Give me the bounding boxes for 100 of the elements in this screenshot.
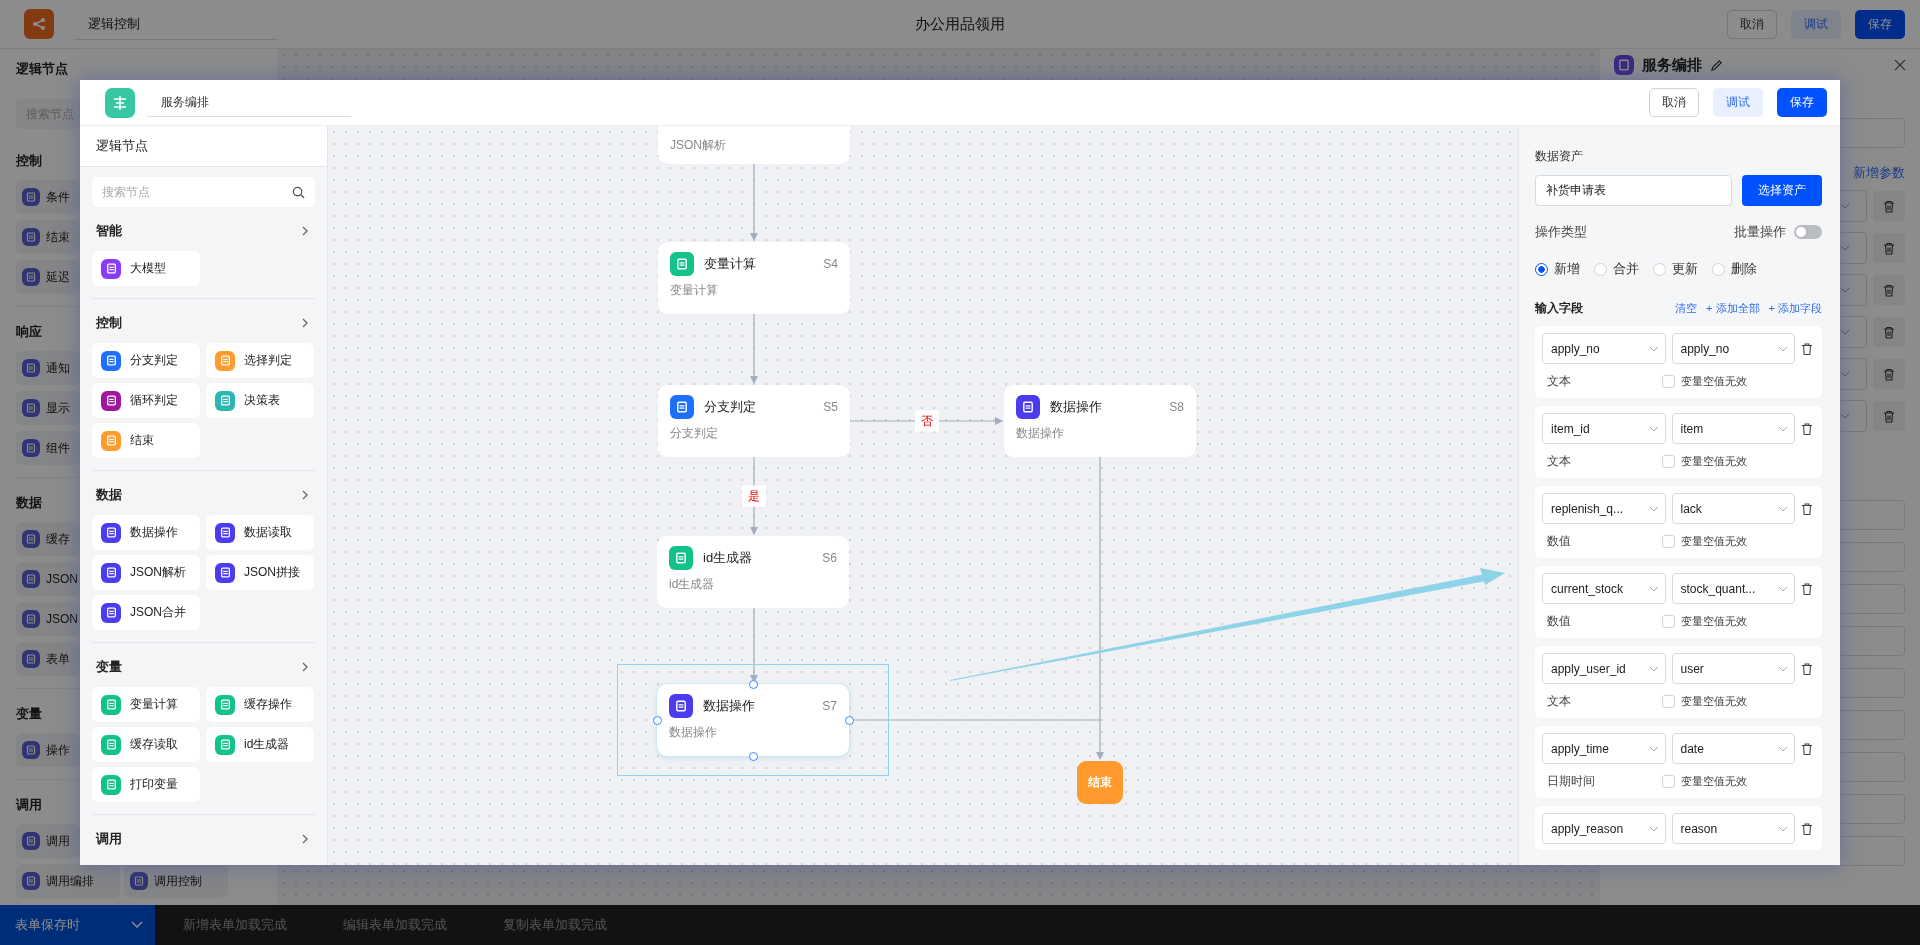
input-field[interactable] bbox=[1838, 118, 1905, 148]
node-item[interactable]: 分支判定 bbox=[92, 343, 200, 378]
select-asset-button[interactable]: 选择资产 bbox=[1742, 175, 1822, 206]
node-item[interactable]: 调用编排 bbox=[16, 864, 120, 898]
delete-icon[interactable] bbox=[1801, 821, 1813, 836]
delete-button[interactable] bbox=[1873, 191, 1905, 221]
chevron-right-icon[interactable] bbox=[302, 226, 309, 236]
node-item[interactable]: 条件 bbox=[16, 180, 80, 214]
checkbox[interactable] bbox=[1662, 774, 1675, 788]
source-select[interactable]: item_id bbox=[1542, 413, 1666, 444]
node-item[interactable]: 延迟 bbox=[16, 260, 80, 294]
target-select[interactable]: user bbox=[1671, 653, 1795, 684]
node-item[interactable]: 结束 bbox=[92, 423, 200, 458]
node-item[interactable]: 调用 bbox=[16, 824, 80, 858]
close-icon[interactable] bbox=[1894, 59, 1906, 71]
radio-button[interactable] bbox=[1535, 262, 1548, 276]
delete-button[interactable] bbox=[1873, 275, 1905, 305]
input-field[interactable] bbox=[1838, 752, 1905, 782]
flow-node[interactable]: 分支判定 S5 分支判定 bbox=[658, 385, 850, 457]
dialog-button[interactable]: 调试 bbox=[1713, 88, 1763, 117]
node-item[interactable]: JSON合并 bbox=[92, 595, 200, 630]
delete-icon[interactable] bbox=[1801, 341, 1813, 356]
source-select[interactable]: apply_time bbox=[1542, 733, 1666, 764]
checkbox[interactable] bbox=[1662, 614, 1675, 628]
node-item[interactable]: 打印变量 bbox=[92, 767, 200, 802]
source-select[interactable]: replenish_q... bbox=[1542, 493, 1666, 524]
delete-button[interactable] bbox=[1873, 359, 1905, 389]
dialog-button[interactable]: 取消 bbox=[1649, 88, 1699, 117]
connection-handle[interactable] bbox=[845, 716, 854, 725]
null-invalid-option[interactable]: 变量空值无效 bbox=[1662, 693, 1747, 709]
target-select[interactable]: date bbox=[1671, 733, 1795, 764]
node-item[interactable]: 循环判定 bbox=[92, 383, 200, 418]
input-field[interactable] bbox=[1838, 710, 1905, 740]
field-action-link[interactable]: + 添加字段 bbox=[1768, 300, 1822, 316]
null-invalid-option[interactable]: 变量空值无效 bbox=[1662, 373, 1747, 389]
asset-field[interactable]: 补货申请表 bbox=[1535, 175, 1732, 206]
node-item[interactable]: 决策表 bbox=[206, 383, 314, 418]
delete-icon[interactable] bbox=[1801, 741, 1813, 756]
field-action-link[interactable]: 清空 bbox=[1675, 300, 1698, 316]
node-item[interactable]: 通知 bbox=[16, 351, 80, 385]
node-item[interactable]: id生成器 bbox=[206, 727, 314, 762]
target-select[interactable]: apply_no bbox=[1671, 333, 1795, 364]
delete-icon[interactable] bbox=[1801, 581, 1813, 596]
checkbox[interactable] bbox=[1662, 694, 1675, 708]
checkbox[interactable] bbox=[1662, 534, 1675, 548]
node-item[interactable]: 组件 bbox=[16, 431, 80, 465]
null-invalid-option[interactable]: 变量空值无效 bbox=[1662, 453, 1747, 469]
target-select[interactable]: lack bbox=[1671, 493, 1795, 524]
input-field[interactable] bbox=[1838, 668, 1905, 698]
chevron-right-icon[interactable] bbox=[302, 662, 309, 672]
source-select[interactable]: apply_user_id bbox=[1542, 653, 1666, 684]
node-item[interactable]: 调用控制 bbox=[124, 864, 228, 898]
event-tab[interactable]: 表单保存时 bbox=[0, 905, 155, 945]
radio-option[interactable]: 更新 bbox=[1653, 260, 1698, 278]
node-item[interactable]: 表单 bbox=[16, 642, 80, 676]
target-select[interactable]: item bbox=[1671, 413, 1795, 444]
edit-icon[interactable] bbox=[1710, 58, 1723, 72]
flow-node[interactable]: id生成器 S6 id生成器 bbox=[657, 536, 849, 608]
connection-handle[interactable] bbox=[653, 716, 662, 725]
delete-button[interactable] bbox=[1873, 401, 1905, 431]
flow-node[interactable]: 数据操作 S8 数据操作 bbox=[1004, 385, 1196, 457]
node-item[interactable]: JSON bbox=[16, 602, 80, 636]
chevron-right-icon[interactable] bbox=[302, 318, 309, 328]
title-field[interactable]: 逻辑控制 bbox=[74, 8, 278, 40]
node-item[interactable]: 缓存 bbox=[16, 522, 80, 556]
connection-handle[interactable] bbox=[749, 680, 758, 689]
toolbar-button[interactable]: 保存 bbox=[1855, 9, 1905, 39]
delete-icon[interactable] bbox=[1801, 421, 1813, 436]
delete-icon[interactable] bbox=[1801, 501, 1813, 516]
source-select[interactable]: current_stock bbox=[1542, 573, 1666, 604]
checkbox[interactable] bbox=[1662, 374, 1675, 388]
flow-node[interactable]: JSON解析 bbox=[658, 126, 850, 164]
title-field[interactable]: 服务编排 bbox=[147, 88, 351, 117]
node-item[interactable]: 数据操作 bbox=[92, 515, 200, 550]
node-item[interactable]: 结束 bbox=[16, 220, 80, 254]
node-item[interactable]: JSON解析 bbox=[92, 555, 200, 590]
radio-option[interactable]: 新增 bbox=[1535, 260, 1580, 278]
input-field[interactable] bbox=[1838, 584, 1905, 614]
node-item[interactable]: JSON拼接 bbox=[206, 555, 314, 590]
node-item[interactable]: 显示 bbox=[16, 391, 80, 425]
radio-option[interactable]: 合并 bbox=[1594, 260, 1639, 278]
delete-button[interactable] bbox=[1873, 317, 1905, 347]
node-item[interactable]: 变量计算 bbox=[92, 687, 200, 722]
toolbar-button[interactable]: 取消 bbox=[1727, 9, 1777, 39]
input-field[interactable] bbox=[1838, 500, 1905, 530]
source-select[interactable]: apply_no bbox=[1542, 333, 1666, 364]
node-item[interactable]: 选择判定 bbox=[206, 343, 314, 378]
node-item[interactable]: 操作 bbox=[16, 733, 80, 767]
node-item[interactable]: 大模型 bbox=[92, 251, 200, 286]
chevron-right-icon[interactable] bbox=[302, 834, 309, 844]
source-select[interactable]: apply_reason bbox=[1542, 813, 1666, 844]
connection-handle[interactable] bbox=[749, 752, 758, 761]
target-select[interactable]: reason bbox=[1671, 813, 1795, 844]
checkbox[interactable] bbox=[1662, 454, 1675, 468]
node-item[interactable]: 缓存操作 bbox=[206, 687, 314, 722]
delete-button[interactable] bbox=[1873, 233, 1905, 263]
input-field[interactable] bbox=[1838, 626, 1905, 656]
node-item[interactable]: JSON bbox=[16, 562, 80, 596]
chevron-right-icon[interactable] bbox=[302, 490, 309, 500]
target-select[interactable]: stock_quant... bbox=[1671, 573, 1795, 604]
